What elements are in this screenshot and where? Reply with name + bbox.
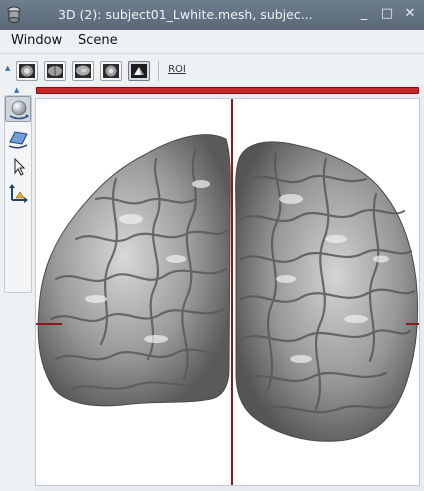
cursor-indicator-bar <box>36 87 419 94</box>
trackball-tool-button[interactable] <box>5 96 31 122</box>
left-hemisphere <box>37 134 231 407</box>
axial-view-button[interactable] <box>16 61 38 81</box>
3d-view-button[interactable] <box>128 61 150 81</box>
view-toolbar: ▲ ROI <box>0 55 424 85</box>
close-button[interactable]: ✕ <box>403 6 417 22</box>
maximize-button[interactable]: □ <box>380 6 394 22</box>
brain-mesh-render <box>36 99 419 485</box>
right-hemisphere <box>235 141 419 442</box>
menu-scene[interactable]: Scene <box>78 33 118 48</box>
title-bar[interactable]: 3D (2): subject01_Lwhite.mesh, subjec...… <box>0 0 424 30</box>
toolbar-separator <box>158 61 159 81</box>
roi-button[interactable]: ROI <box>164 61 190 81</box>
transform-tool-button[interactable] <box>5 181 31 207</box>
oblique-view-button[interactable] <box>100 61 122 81</box>
anatomist-app-icon[interactable] <box>6 6 22 24</box>
coronal-view-button[interactable] <box>44 61 66 81</box>
sagittal-view-button[interactable] <box>72 61 94 81</box>
3d-viewport[interactable] <box>35 98 420 486</box>
menu-bar: Window Scene <box>0 30 424 54</box>
panel-handle-icon[interactable]: ▲ <box>14 86 19 94</box>
flight-tool-button[interactable] <box>5 126 31 152</box>
window-title: 3D (2): subject01_Lwhite.mesh, subjec... <box>58 7 313 22</box>
minimize-button[interactable]: _ <box>357 6 371 22</box>
selection-tool-button[interactable] <box>5 154 31 180</box>
toolbar-handle-icon[interactable]: ▲ <box>5 64 10 72</box>
control-panel: ▲ <box>0 85 34 491</box>
menu-window[interactable]: Window <box>11 33 62 48</box>
